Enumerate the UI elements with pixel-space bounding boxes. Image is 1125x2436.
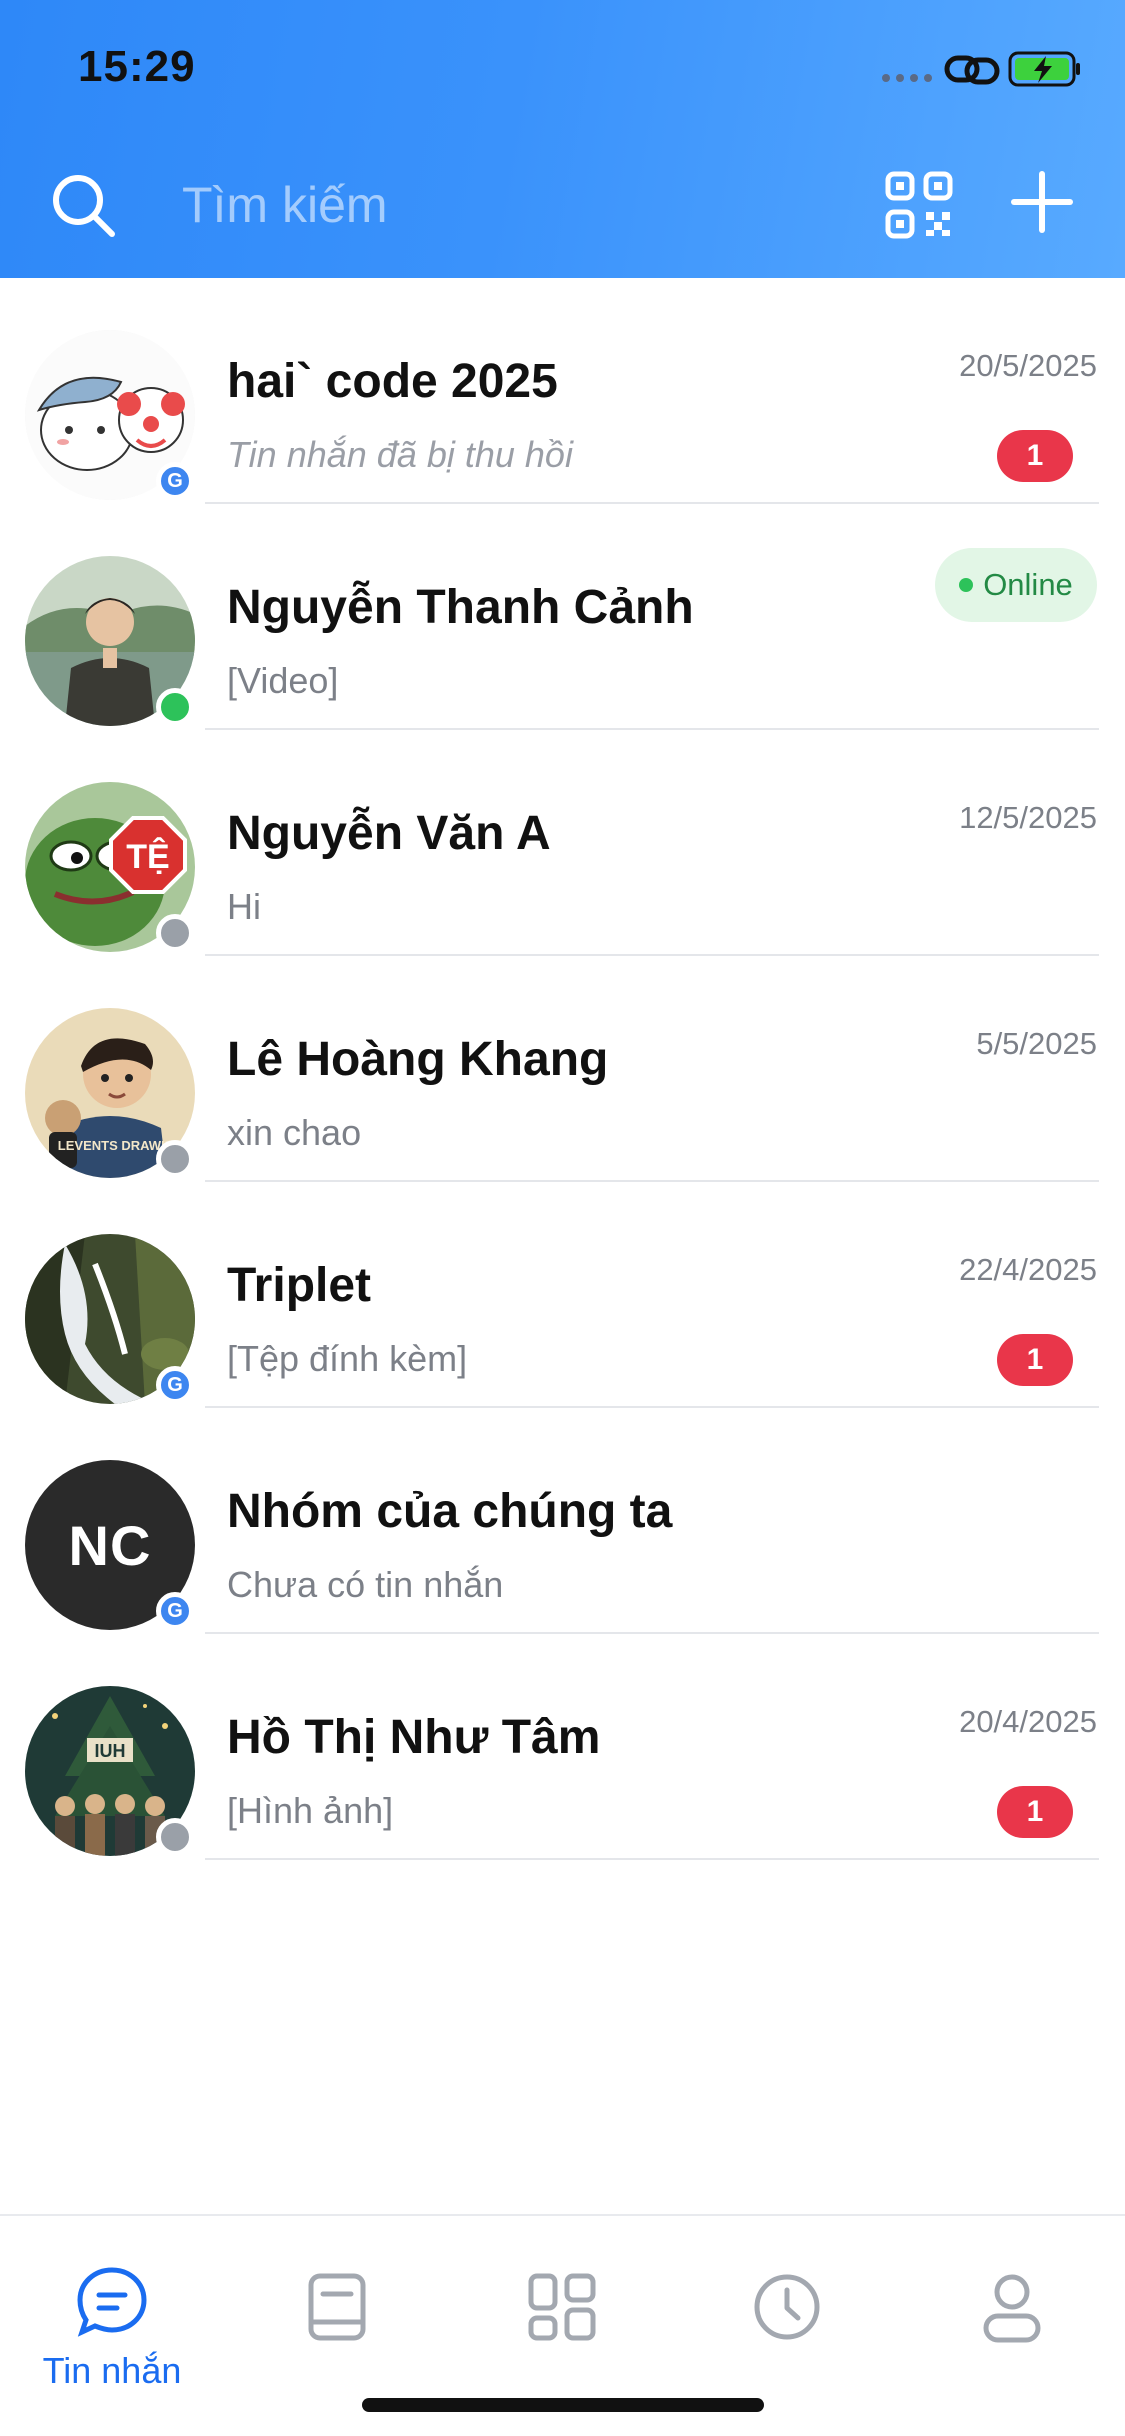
divider xyxy=(205,1858,1099,1860)
conversation-item[interactable]: G hai` code 2025 Tin nhắn đã bị thu hồi … xyxy=(0,278,1125,504)
conversation-preview: Tin nhắn đã bị thu hồi xyxy=(227,434,573,475)
conversation-name: hai` code 2025 xyxy=(227,355,558,408)
conversation-preview: xin chao xyxy=(227,1112,362,1153)
online-status-dot xyxy=(156,688,194,726)
clock-icon xyxy=(754,2274,820,2340)
offline-status-dot xyxy=(156,1140,194,1178)
conversation-item[interactable]: Nguyễn Thanh Cảnh [Video] Online xyxy=(0,504,1125,730)
conversation-name: Triplet xyxy=(227,1259,372,1312)
group-badge: G xyxy=(156,1592,194,1630)
plus-icon[interactable] xyxy=(1010,170,1074,234)
chat-bubble-icon xyxy=(77,2267,147,2337)
status-time: 15:29 xyxy=(78,42,196,91)
conversation-preview: Chưa có tin nhắn xyxy=(227,1564,504,1605)
nav-tab-timeline[interactable] xyxy=(697,2244,877,2394)
search-icon[interactable] xyxy=(48,170,118,240)
group-badge: G xyxy=(156,1366,194,1404)
home-indicator xyxy=(362,2398,764,2412)
conversation-name: Lê Hoàng Khang xyxy=(227,1033,609,1086)
unread-badge: 1 xyxy=(997,1786,1073,1838)
conversation-name: Hồ Thị Như Tâm xyxy=(227,1711,601,1764)
conversation-item[interactable]: TỆ Nguyễn Văn A Hi 12/5/2025 xyxy=(0,730,1125,956)
group-badge: G xyxy=(156,462,194,500)
conversation-preview: [Tệp đính kèm] xyxy=(227,1338,468,1379)
conversation-date: 20/5/2025 xyxy=(959,348,1097,383)
conversation-item[interactable]: IUH Hồ Thị Như Tâm [Hình ảnh] 20/4/2025 … xyxy=(0,1634,1125,1860)
battery-icon xyxy=(1008,51,1080,87)
conversation-name: Nguyễn Thanh Cảnh xyxy=(227,581,694,634)
conversation-item[interactable]: LEVENTS DRAWING Lê Hoàng Khang xin chao … xyxy=(0,956,1125,1182)
conversation-date: 20/4/2025 xyxy=(959,1704,1097,1739)
avatar-stamp-text: TỆ xyxy=(126,838,169,876)
nav-tab-profile[interactable] xyxy=(922,2244,1102,2394)
conversation-date: 5/5/2025 xyxy=(976,1026,1097,1061)
online-badge: Online xyxy=(935,548,1097,622)
contacts-book-icon xyxy=(308,2273,366,2341)
nav-tab-contacts[interactable] xyxy=(247,2244,427,2394)
offline-status-dot xyxy=(156,914,194,952)
nav-tab-messages[interactable]: Tin nhắn xyxy=(22,2244,202,2394)
conversation-name: Nhóm của chúng ta xyxy=(227,1485,673,1538)
link-icon xyxy=(944,55,1000,85)
avatar-sign-text: IUH xyxy=(95,1741,126,1761)
nav-tab-discover[interactable] xyxy=(472,2244,652,2394)
search-input[interactable]: Tìm kiếm xyxy=(182,176,388,234)
conversation-date: 12/5/2025 xyxy=(959,800,1097,835)
signal-icon xyxy=(882,74,932,82)
conversation-name: Nguyễn Văn A xyxy=(227,807,551,860)
conversation-preview: [Hình ảnh] xyxy=(227,1790,394,1831)
unread-badge: 1 xyxy=(997,430,1073,482)
nav-tab-label: Tin nhắn xyxy=(42,2350,182,2391)
conversation-list: G hai` code 2025 Tin nhắn đã bị thu hồi … xyxy=(0,278,1125,1860)
conversation-item[interactable]: NC G Nhóm của chúng ta Chưa có tin nhắn xyxy=(0,1408,1125,1634)
conversation-preview: Hi xyxy=(227,886,261,927)
online-label: Online xyxy=(983,567,1073,602)
profile-icon xyxy=(983,2274,1041,2343)
app-header: 15:29 Tìm kiếm xyxy=(0,0,1125,278)
conversation-date: 22/4/2025 xyxy=(959,1252,1097,1287)
online-dot-icon xyxy=(959,578,974,592)
apps-grid-icon xyxy=(528,2273,596,2341)
conversation-item[interactable]: G Triplet [Tệp đính kèm] 22/4/2025 1 xyxy=(0,1182,1125,1408)
unread-badge: 1 xyxy=(997,1334,1073,1386)
qr-icon[interactable] xyxy=(884,170,954,240)
conversation-preview: [Video] xyxy=(227,660,339,701)
offline-status-dot xyxy=(156,1818,194,1856)
